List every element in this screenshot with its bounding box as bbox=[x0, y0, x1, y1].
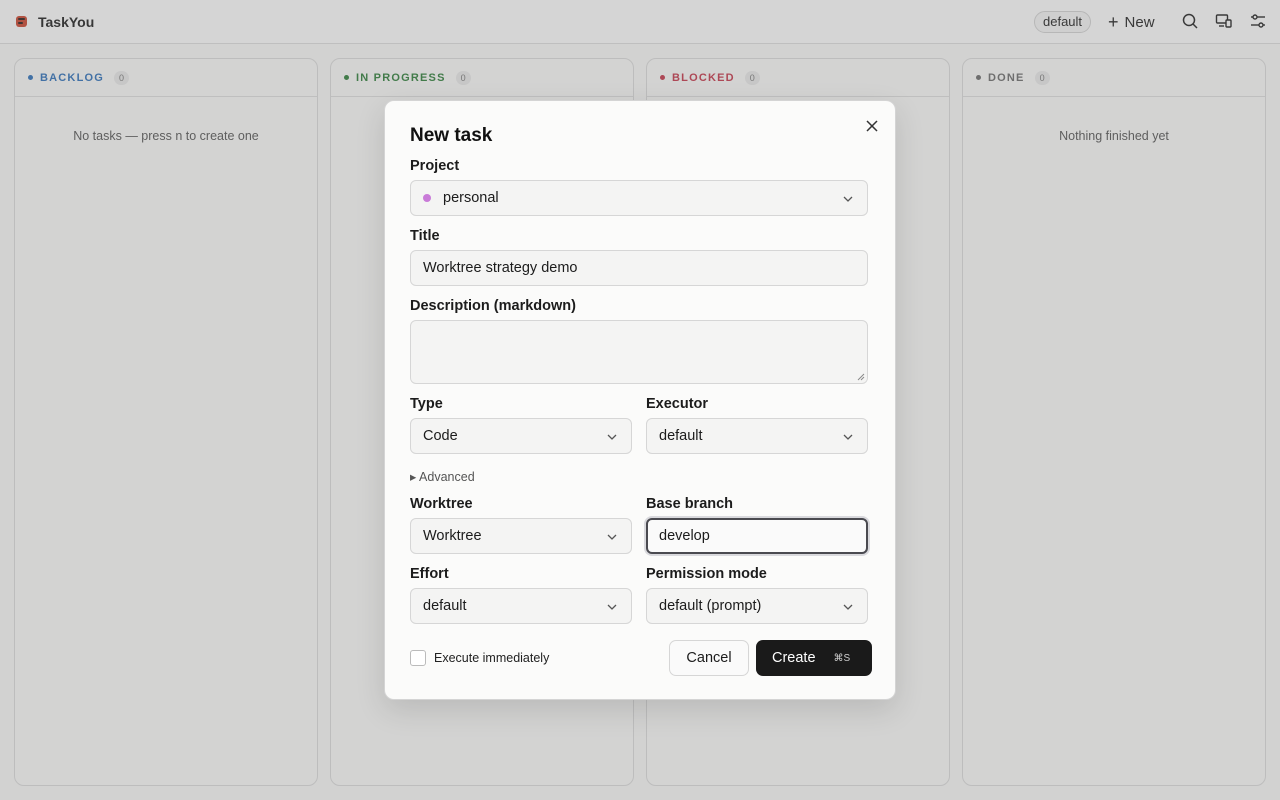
type-label: Type bbox=[410, 396, 443, 412]
project-select-value: personal bbox=[443, 190, 499, 206]
type-select[interactable]: Code bbox=[410, 418, 632, 454]
chevron-down-icon bbox=[843, 434, 853, 440]
worktree-select-value: Worktree bbox=[423, 528, 482, 544]
executor-select[interactable]: default bbox=[646, 418, 868, 454]
dialog-title: New task bbox=[410, 125, 493, 146]
project-select[interactable]: personal bbox=[410, 180, 868, 216]
advanced-toggle[interactable]: ▸ Advanced bbox=[410, 469, 475, 484]
executor-label: Executor bbox=[646, 396, 709, 412]
effort-select[interactable]: default bbox=[410, 588, 632, 624]
title-input[interactable]: Worktree strategy demo bbox=[410, 250, 868, 286]
description-label: Description (markdown) bbox=[410, 298, 576, 314]
base-branch-input[interactable]: develop bbox=[646, 518, 868, 554]
executor-select-value: default bbox=[659, 428, 703, 444]
execute-immediately-checkbox[interactable] bbox=[410, 650, 426, 666]
chevron-down-icon bbox=[607, 604, 617, 610]
cancel-button[interactable]: Cancel bbox=[669, 640, 749, 676]
chevron-down-icon bbox=[607, 534, 617, 540]
chevron-down-icon bbox=[843, 196, 853, 202]
permission-mode-select[interactable]: default (prompt) bbox=[646, 588, 868, 624]
close-icon[interactable] bbox=[863, 117, 881, 135]
worktree-label: Worktree bbox=[410, 496, 473, 512]
chevron-down-icon bbox=[607, 434, 617, 440]
worktree-select[interactable]: Worktree bbox=[410, 518, 632, 554]
create-shortcut-hint: ⌘S bbox=[833, 652, 851, 664]
resize-handle-icon[interactable] bbox=[857, 373, 865, 381]
base-branch-label: Base branch bbox=[646, 496, 734, 512]
title-input-value: Worktree strategy demo bbox=[423, 260, 578, 276]
effort-select-value: default bbox=[423, 598, 467, 614]
permission-mode-value: default (prompt) bbox=[659, 598, 762, 614]
base-branch-value: develop bbox=[659, 528, 710, 544]
project-color-dot bbox=[423, 194, 431, 202]
execute-immediately-label[interactable]: Execute immediately bbox=[434, 651, 549, 665]
project-label: Project bbox=[410, 158, 460, 174]
type-select-value: Code bbox=[423, 428, 458, 444]
chevron-down-icon bbox=[843, 604, 853, 610]
permission-mode-label: Permission mode bbox=[646, 566, 767, 582]
create-button[interactable]: Create ⌘S bbox=[756, 640, 872, 676]
new-task-dialog: New task Project personal Title Worktree… bbox=[384, 100, 896, 700]
description-textarea[interactable] bbox=[410, 320, 868, 384]
effort-label: Effort bbox=[410, 566, 449, 582]
title-label: Title bbox=[410, 228, 440, 244]
create-button-label: Create bbox=[772, 650, 816, 666]
